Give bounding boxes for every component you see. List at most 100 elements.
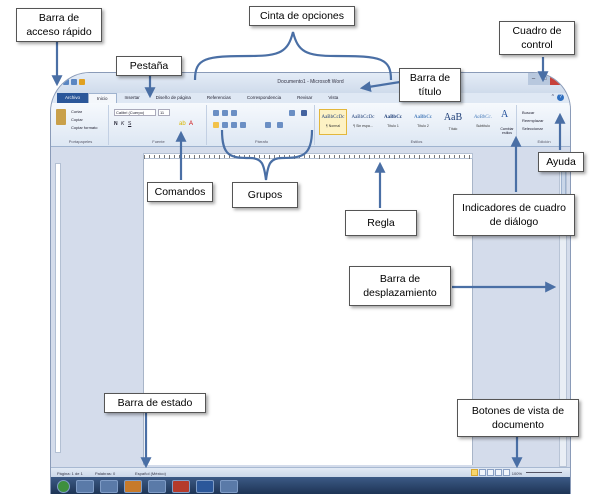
tab-diseno[interactable]: Diseño de página [148, 93, 199, 103]
justify-icon[interactable] [240, 122, 246, 128]
page-count[interactable]: Página: 1 de 1 [57, 471, 83, 476]
ruler-tick [179, 155, 180, 158]
paste-icon[interactable] [56, 109, 66, 125]
shading-icon[interactable] [265, 122, 271, 128]
language[interactable]: Español (México) [135, 471, 166, 476]
font-size-select[interactable]: 11 [158, 109, 170, 116]
ruler-tick [384, 155, 385, 158]
taskbar-app-icon[interactable] [220, 479, 238, 493]
change-styles-icon[interactable]: A [501, 109, 508, 120]
callout-grupos: Grupos [232, 182, 298, 208]
help-icon[interactable]: ? [557, 94, 564, 101]
group-label: Portapapeles [68, 139, 93, 144]
change-styles-button[interactable]: Cambiar estilos [498, 127, 516, 135]
multilevel-icon[interactable] [231, 110, 237, 116]
ruler-tick [234, 155, 235, 158]
taskbar-app-icon[interactable] [76, 479, 94, 493]
taskbar-app-icon[interactable] [172, 479, 190, 493]
ruler-tick [174, 155, 175, 158]
ruler-tick [449, 155, 450, 158]
sort-icon[interactable] [289, 110, 295, 116]
find-button[interactable]: Buscar [522, 110, 534, 115]
borders-icon[interactable] [277, 122, 283, 128]
ruler-tick [209, 155, 210, 158]
bullets-icon[interactable] [213, 110, 219, 116]
window-controls: – □ ✕ [528, 73, 566, 85]
tab-inicio[interactable]: Inicio [88, 93, 117, 103]
scrollbar-thumb[interactable] [561, 168, 566, 196]
select-button[interactable]: Seleccionar [522, 126, 543, 131]
vertical-ruler[interactable] [55, 163, 61, 453]
style-normal[interactable]: AaBbCcDc ¶ Normal [319, 109, 347, 135]
draft-icon[interactable] [503, 469, 510, 476]
maximize-icon[interactable]: □ [539, 73, 550, 85]
taskbar-word-icon[interactable] [196, 479, 214, 493]
copy-button[interactable]: Copiar [71, 117, 83, 122]
callout-comandos: Comandos [147, 182, 213, 202]
group-paragraph: Párrafo [209, 105, 315, 145]
minimize-ribbon-icon[interactable]: ^ [552, 94, 554, 100]
style-subtitle[interactable]: AaBbCc. Subtítulo [469, 109, 497, 135]
tab-correspondencia[interactable]: Correspondencia [239, 93, 289, 103]
cut-button[interactable]: Cortar [71, 109, 82, 114]
style-name: Título 1 [387, 124, 399, 128]
group-label: Párrafo [254, 139, 269, 144]
ruler-tick [459, 155, 460, 158]
align-right-icon[interactable] [231, 122, 237, 128]
tab-archivo[interactable]: Archivo [57, 93, 89, 103]
taskbar-app-icon[interactable] [148, 479, 166, 493]
taskbar-app-icon[interactable] [124, 479, 142, 493]
zoom-level[interactable]: 100% [512, 471, 522, 476]
word-count[interactable]: Palabras: 0 [95, 471, 115, 476]
pilcrow-icon[interactable] [301, 110, 307, 116]
full-screen-icon[interactable] [479, 469, 486, 476]
align-left-icon[interactable] [213, 122, 219, 128]
style-name: ¶ Sin espa... [353, 124, 373, 128]
zoom-slider[interactable] [526, 472, 562, 473]
taskbar-app-icon[interactable] [100, 479, 118, 493]
ruler-tick [264, 155, 265, 158]
ruler-tick [339, 155, 340, 158]
close-icon[interactable]: ✕ [550, 73, 566, 85]
ruler-tick [439, 155, 440, 158]
print-layout-icon[interactable] [471, 469, 478, 476]
tab-referencias[interactable]: Referencias [199, 93, 239, 103]
style-no-spacing[interactable]: AaBbCcDc ¶ Sin espa... [349, 109, 377, 135]
start-icon[interactable] [57, 479, 70, 493]
group-label: Edición [537, 139, 551, 144]
minimize-icon[interactable]: – [528, 73, 539, 85]
italic-icon[interactable]: K [121, 121, 124, 127]
ruler-tick [229, 155, 230, 158]
web-layout-icon[interactable] [487, 469, 494, 476]
callout-barra-titulo: Barra de título [399, 68, 461, 102]
ruler-tick [324, 155, 325, 158]
style-heading-2[interactable]: AaBbCc Título 2 [409, 109, 437, 135]
numbering-icon[interactable] [222, 110, 228, 116]
tab-vista[interactable]: Vista [320, 93, 346, 103]
ruler-tick [349, 155, 350, 158]
status-bar: Página: 1 de 1 Palabras: 0 Español (Méxi… [51, 467, 570, 477]
align-center-icon[interactable] [222, 122, 228, 128]
replace-button[interactable]: Reemplazar [522, 118, 544, 123]
style-heading-1[interactable]: AaBbCc Título 1 [379, 109, 407, 135]
outline-icon[interactable] [495, 469, 502, 476]
document-page[interactable] [143, 159, 473, 465]
ruler-tick [184, 155, 185, 158]
bold-icon[interactable]: N [114, 121, 118, 127]
ruler-tick [189, 155, 190, 158]
ribbon: Cortar Copiar Copiar formato Portapapele… [51, 103, 570, 147]
font-name-select[interactable]: Calibri (Cuerpo) [114, 109, 156, 116]
highlight-icon[interactable]: ab [179, 121, 186, 127]
callout-barra-estado: Barra de estado [104, 393, 206, 413]
underline-icon[interactable]: S [128, 121, 131, 127]
view-buttons [471, 469, 510, 476]
style-sample: AaB [443, 112, 463, 123]
font-color-icon[interactable]: A [189, 121, 193, 127]
style-title[interactable]: AaB Título [439, 109, 467, 135]
format-painter-button[interactable]: Copiar formato [71, 125, 97, 130]
callout-botones-vista: Botones de vista de documento [457, 399, 579, 437]
style-name: ¶ Normal [325, 124, 341, 128]
ruler-tick [389, 155, 390, 158]
tab-revisar[interactable]: Revisar [289, 93, 320, 103]
tab-insertar[interactable]: Insertar [117, 93, 148, 103]
